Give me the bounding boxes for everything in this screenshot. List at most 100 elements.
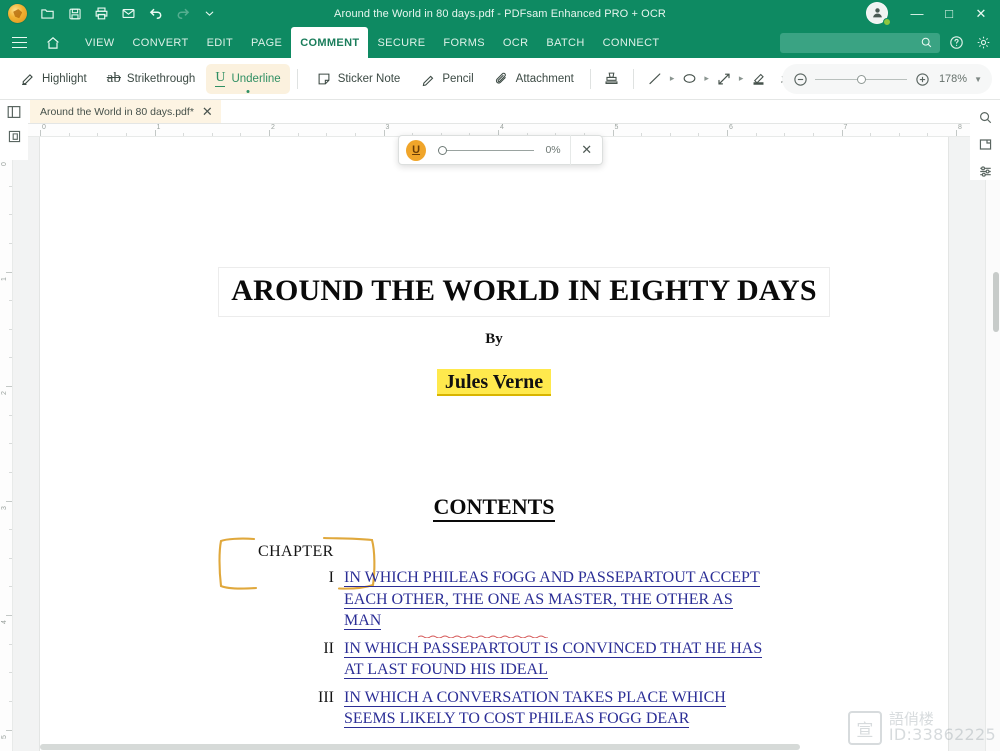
- account-avatar[interactable]: [866, 1, 891, 26]
- toolbar-divider-3: [632, 68, 634, 89]
- open-icon[interactable]: [34, 1, 61, 26]
- zoom-slider-knob[interactable]: [856, 74, 866, 84]
- ruler-label: 3: [1, 505, 8, 510]
- opacity-slider-knob[interactable]: [438, 145, 448, 155]
- document-tab[interactable]: Around the World in 80 days.pdf* ✕: [30, 100, 221, 123]
- toc-link[interactable]: IN WHICH PHILEAS FOGG AND PASSEPARTOUT A…: [344, 567, 774, 632]
- ruler-label: 7: [843, 124, 848, 131]
- tool-eraser[interactable]: [744, 65, 772, 93]
- tool-strikethrough[interactable]: ab Strikethrough: [98, 64, 205, 94]
- tool-line[interactable]: [641, 65, 669, 93]
- horizontal-scrollbar-thumb[interactable]: [40, 744, 800, 750]
- ruler-label: 1: [1, 276, 8, 281]
- menu-bar-right: [780, 32, 994, 54]
- contents-heading: CONTENTS: [433, 494, 555, 522]
- redo-icon: [169, 1, 196, 26]
- ruler-tick: [6, 271, 12, 273]
- tool-ellipse[interactable]: [675, 65, 703, 93]
- document-viewport[interactable]: AROUND THE WORLD IN EIGHTY DAYS By Jules…: [13, 137, 985, 751]
- sticky-note-icon: [318, 73, 330, 84]
- annotation-opacity-popup[interactable]: U 0% ✕: [398, 135, 603, 165]
- properties-panel-icon[interactable]: [976, 162, 994, 180]
- spellcheck-squiggle: [418, 635, 548, 638]
- menu-item-connect[interactable]: CONNECT: [594, 27, 669, 58]
- document-tab-label: Around the World in 80 days.pdf*: [40, 105, 194, 118]
- opacity-slider[interactable]: [438, 142, 534, 158]
- tool-stamp[interactable]: [598, 65, 626, 93]
- document-by-label: By: [485, 331, 503, 347]
- help-icon[interactable]: [945, 32, 967, 54]
- ruler-label: 2: [271, 124, 275, 131]
- right-panel-buttons: [970, 100, 1000, 180]
- zoom-dropdown-chevron-icon[interactable]: ▼: [974, 75, 982, 84]
- save-icon[interactable]: [61, 1, 88, 26]
- document-tab-bar: Around the World in 80 days.pdf* ✕: [0, 100, 1000, 124]
- ruler-tick: [6, 386, 12, 387]
- strikethrough-icon: ab: [106, 70, 121, 86]
- ruler-label: 1: [156, 124, 161, 131]
- undo-icon[interactable]: [142, 1, 169, 26]
- tool-underline[interactable]: U Underline: [206, 63, 290, 94]
- ruler-label: 0: [1, 162, 8, 166]
- pdf-page[interactable]: AROUND THE WORLD IN EIGHTY DAYS By Jules…: [40, 137, 948, 751]
- tool-arrow-measure[interactable]: [710, 65, 738, 93]
- toc-row[interactable]: I IN WHICH PHILEAS FOGG AND PASSEPARTOUT…: [310, 567, 910, 632]
- page-thumbnails-icon[interactable]: [5, 127, 23, 145]
- ruler-label: 3: [385, 124, 390, 131]
- menu-item-comment[interactable]: COMMENT: [291, 27, 369, 58]
- main-menu-icon[interactable]: [4, 27, 34, 58]
- highlighted-author-annotation[interactable]: Jules Verne: [436, 369, 552, 396]
- menu-item-batch[interactable]: BATCH: [537, 27, 593, 58]
- minimize-button[interactable]: —: [902, 1, 932, 27]
- close-popup-icon[interactable]: ✕: [571, 135, 602, 165]
- menu-bar: VIEW CONVERT EDIT PAGE COMMENT SECURE FO…: [0, 27, 1000, 58]
- tool-highlight[interactable]: Highlight: [10, 64, 96, 94]
- print-icon[interactable]: [88, 1, 115, 26]
- vertical-scrollbar-thumb[interactable]: [993, 272, 999, 332]
- search-input[interactable]: [785, 36, 920, 49]
- gear-icon[interactable]: [972, 32, 994, 54]
- menu-item-edit[interactable]: EDIT: [198, 27, 242, 58]
- toc-link-text: IN WHICH A CONVERSATION TAKES PLACE WHIC…: [344, 688, 726, 728]
- search-box[interactable]: [780, 32, 940, 53]
- toc-number: I: [328, 569, 334, 586]
- home-icon[interactable]: [38, 27, 68, 58]
- app-logo-icon[interactable]: [8, 4, 27, 23]
- ruler-label: 4: [500, 124, 504, 131]
- underline-annotation-icon[interactable]: U: [406, 139, 427, 161]
- ruler-label: 8: [958, 124, 962, 131]
- toc-link[interactable]: IN WHICH PASSEPARTOUT IS CONVINCED THAT …: [344, 638, 774, 681]
- menu-item-page[interactable]: PAGE: [242, 27, 291, 58]
- zoom-out-button[interactable]: [792, 71, 808, 87]
- opacity-value-label: 0%: [545, 144, 561, 156]
- tool-pencil[interactable]: Pencil: [411, 64, 482, 94]
- close-tab-icon[interactable]: ✕: [202, 105, 213, 118]
- menu-item-view[interactable]: VIEW: [76, 27, 124, 58]
- zoom-in-button[interactable]: [914, 71, 930, 87]
- zoom-slider[interactable]: [815, 72, 908, 86]
- arrow-options-chevron-icon[interactable]: ▸: [739, 73, 744, 84]
- email-icon[interactable]: [115, 1, 142, 26]
- chapter-column-label: CHAPTER: [258, 543, 334, 560]
- page-panel-icon[interactable]: [976, 135, 994, 153]
- tool-attachment[interactable]: Attachment: [485, 64, 583, 94]
- customize-chevron-icon[interactable]: [196, 1, 223, 26]
- menu-item-convert[interactable]: CONVERT: [124, 27, 198, 58]
- close-button[interactable]: ✕: [966, 1, 996, 27]
- search-panel-icon[interactable]: [976, 108, 994, 126]
- maximize-button[interactable]: □: [934, 1, 964, 27]
- toc-number: III: [318, 688, 334, 706]
- toc-row[interactable]: II IN WHICH PASSEPARTOUT IS CONVINCED TH…: [310, 638, 910, 681]
- toggle-sidebar-icon[interactable]: [5, 103, 23, 121]
- tool-sticker-note[interactable]: Sticker Note: [307, 64, 410, 94]
- search-icon: [921, 37, 932, 48]
- menu-item-forms[interactable]: FORMS: [434, 27, 493, 58]
- tool-label: Highlight: [42, 72, 87, 85]
- line-options-chevron-icon[interactable]: ▸: [670, 73, 675, 84]
- toc-link[interactable]: IN WHICH A CONVERSATION TAKES PLACE WHIC…: [344, 687, 774, 730]
- menu-item-ocr[interactable]: OCR: [494, 27, 538, 58]
- toc-row[interactable]: III IN WHICH A CONVERSATION TAKES PLACE …: [310, 687, 910, 730]
- ruler-tick: [40, 130, 41, 136]
- ellipse-options-chevron-icon[interactable]: ▸: [704, 73, 709, 84]
- menu-item-secure[interactable]: SECURE: [368, 27, 434, 58]
